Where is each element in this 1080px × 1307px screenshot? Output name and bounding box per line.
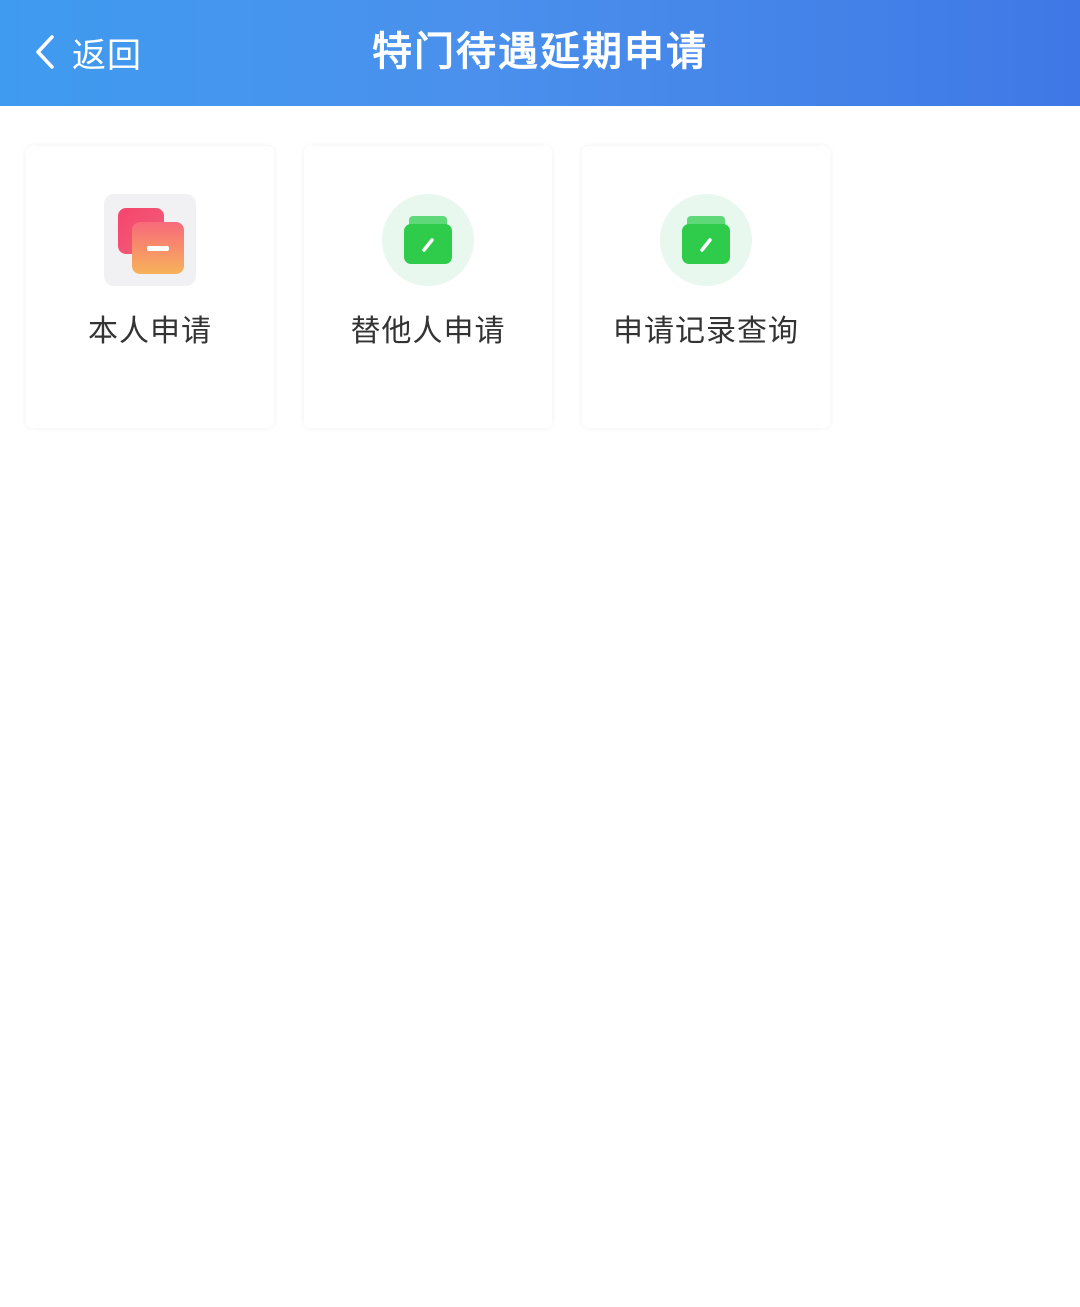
page: 返回 特门待遇延期申请 本人申请 替他人申请 申请记录查询 xyxy=(0,0,1080,1307)
menu-item-self-apply[interactable]: 本人申请 xyxy=(26,146,274,428)
menu-item-label: 替他人申请 xyxy=(350,314,506,349)
folder-edit-icon xyxy=(660,194,752,286)
top-bar: 返回 特门待遇延期申请 xyxy=(0,0,1080,106)
self-apply-icon xyxy=(104,194,196,286)
menu-item-application-records[interactable]: 申请记录查询 xyxy=(582,146,830,428)
page-title: 特门待遇延期申请 xyxy=(372,29,708,75)
menu-grid: 本人申请 替他人申请 申请记录查询 xyxy=(26,146,860,428)
menu-item-label: 本人申请 xyxy=(88,314,212,349)
menu-item-label: 申请记录查询 xyxy=(613,314,799,349)
menu-item-apply-for-others[interactable]: 替他人申请 xyxy=(304,146,552,428)
folder-edit-icon xyxy=(382,194,474,286)
